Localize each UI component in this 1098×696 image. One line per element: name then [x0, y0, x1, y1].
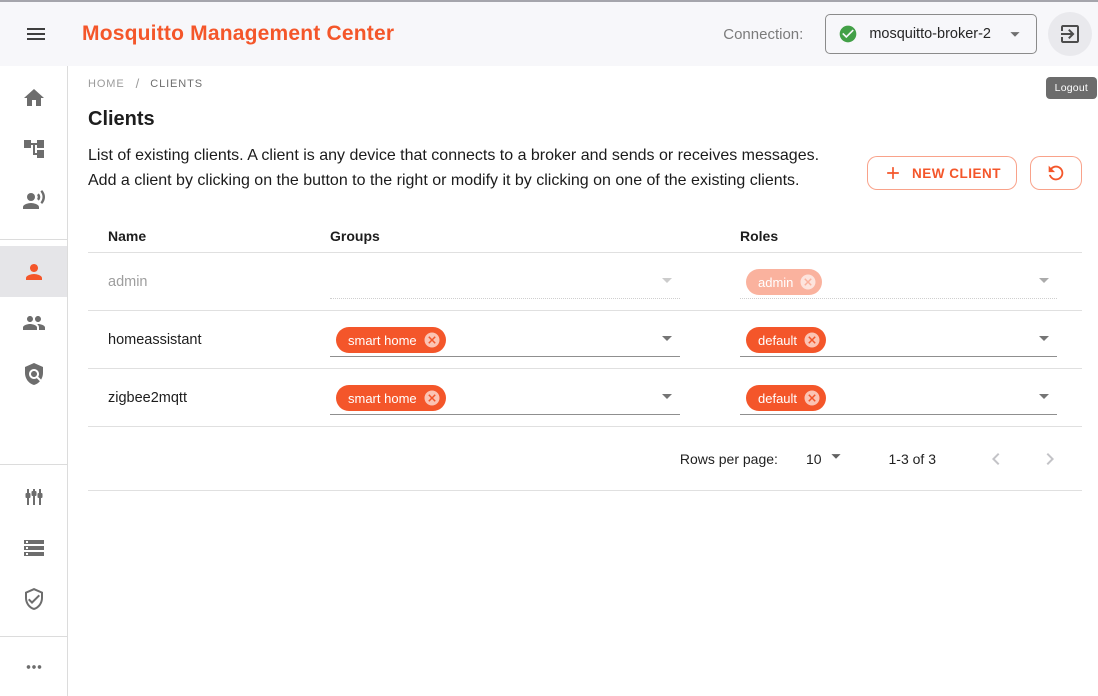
more-horizontal-icon [23, 656, 45, 678]
next-page-button[interactable] [1036, 445, 1064, 473]
client-name: admin [88, 274, 330, 290]
pagination-range: 1-3 of 3 [889, 451, 936, 467]
sidebar-item-client-connections[interactable] [0, 174, 67, 225]
chip-delete-icon[interactable] [423, 331, 441, 349]
breadcrumb: HOME / CLIENTS [88, 76, 1082, 91]
connection-value: mosquitto-broker-2 [869, 26, 991, 42]
topology-icon [22, 137, 46, 161]
sidebar-item-roles[interactable] [0, 348, 67, 399]
logout-button[interactable] [1048, 12, 1092, 56]
check-circle-icon [838, 24, 858, 44]
breadcrumb-current: CLIENTS [150, 78, 203, 90]
sidebar-divider [0, 464, 67, 465]
roles-select: admin [740, 264, 1057, 299]
previous-page-button[interactable] [982, 445, 1010, 473]
new-client-button[interactable]: NEW CLIENT [867, 156, 1017, 190]
sidebar-item-streams[interactable] [0, 522, 67, 573]
logout-tooltip: Logout [1046, 77, 1097, 99]
client-name: homeassistant [88, 332, 330, 348]
rows-per-page-label: Rows per page: [680, 451, 778, 467]
person-icon [22, 260, 46, 284]
roles-select[interactable]: default [740, 322, 1057, 357]
client-name: zigbee2mqtt [88, 390, 330, 406]
chevron-down-icon [1004, 23, 1026, 45]
group-chip: smart home [336, 385, 446, 411]
table-pagination: Rows per page: 10 1-3 of 3 [88, 427, 1082, 491]
role-chip-label: admin [758, 275, 793, 290]
role-chip: admin [746, 269, 822, 295]
connection-select[interactable]: mosquitto-broker-2 [825, 14, 1037, 54]
topbar: Mosquitto Management Center Connection: … [0, 2, 1098, 66]
sliders-icon [22, 485, 46, 509]
sidebar-item-clients[interactable] [0, 246, 67, 297]
broadcast-user-icon [22, 188, 46, 212]
chevron-down-icon[interactable] [1032, 326, 1056, 350]
plus-icon [883, 163, 903, 183]
app-title: Mosquitto Management Center [82, 22, 394, 46]
group-chip: smart home [336, 327, 446, 353]
server-list-icon [22, 536, 46, 560]
table-row[interactable]: homeassistant smart home [88, 311, 1082, 369]
role-chip-label: default [758, 333, 797, 348]
column-header-name: Name [88, 228, 330, 244]
sidebar-divider [0, 636, 67, 637]
people-icon [22, 311, 46, 335]
groups-select [330, 264, 680, 299]
page-title: Clients [88, 108, 833, 131]
chip-delete-icon[interactable] [803, 389, 821, 407]
hamburger-icon [24, 22, 48, 46]
table-header: Name Groups Roles [88, 220, 1082, 253]
chip-delete-icon[interactable] [803, 331, 821, 349]
breadcrumb-separator: / [136, 76, 140, 91]
roles-select[interactable]: default [740, 380, 1057, 415]
table-row[interactable]: admin admin [88, 253, 1082, 311]
refresh-icon [1045, 162, 1067, 184]
clients-table: Name Groups Roles admin ad [88, 220, 1082, 491]
groups-select[interactable]: smart home [330, 322, 680, 357]
menu-button[interactable] [16, 14, 56, 54]
column-header-groups: Groups [330, 228, 730, 244]
chevron-down-icon[interactable] [825, 445, 847, 467]
sidebar-item-groups[interactable] [0, 297, 67, 348]
exit-to-app-icon [1058, 22, 1082, 46]
chevron-left-icon [984, 447, 1008, 471]
new-client-button-label: NEW CLIENT [912, 166, 1001, 181]
role-chip-label: default [758, 391, 797, 406]
breadcrumb-home[interactable]: HOME [88, 78, 125, 90]
page-description: List of existing clients. A client is an… [88, 143, 833, 193]
chevron-down-icon [1032, 268, 1056, 292]
connection-label: Connection: [723, 26, 803, 43]
role-chip: default [746, 385, 826, 411]
column-header-roles: Roles [730, 228, 1082, 244]
sidebar-divider [0, 239, 67, 240]
chevron-down-icon [655, 268, 679, 292]
main-content: Logout HOME / CLIENTS Clients List of ex… [68, 66, 1098, 696]
sidebar-item-certificates[interactable] [0, 573, 67, 624]
table-row[interactable]: zigbee2mqtt smart home [88, 369, 1082, 427]
chevron-down-icon[interactable] [655, 326, 679, 350]
shield-check-icon [22, 587, 46, 611]
home-icon [22, 86, 46, 110]
shield-search-icon [22, 362, 46, 386]
chip-delete-icon[interactable] [423, 389, 441, 407]
sidebar-item-more[interactable] [0, 641, 67, 692]
chip-delete-icon [799, 273, 817, 291]
role-chip: default [746, 327, 826, 353]
sidebar-item-topology[interactable] [0, 123, 67, 174]
chevron-down-icon[interactable] [1032, 384, 1056, 408]
sidebar [0, 66, 68, 696]
group-chip-label: smart home [348, 333, 417, 348]
rows-per-page-value[interactable]: 10 [806, 451, 822, 467]
chevron-right-icon [1038, 447, 1062, 471]
sidebar-item-settings[interactable] [0, 471, 67, 522]
groups-select[interactable]: smart home [330, 380, 680, 415]
chevron-down-icon[interactable] [655, 384, 679, 408]
group-chip-label: smart home [348, 391, 417, 406]
sidebar-item-home[interactable] [0, 72, 67, 123]
refresh-button[interactable] [1030, 156, 1082, 190]
